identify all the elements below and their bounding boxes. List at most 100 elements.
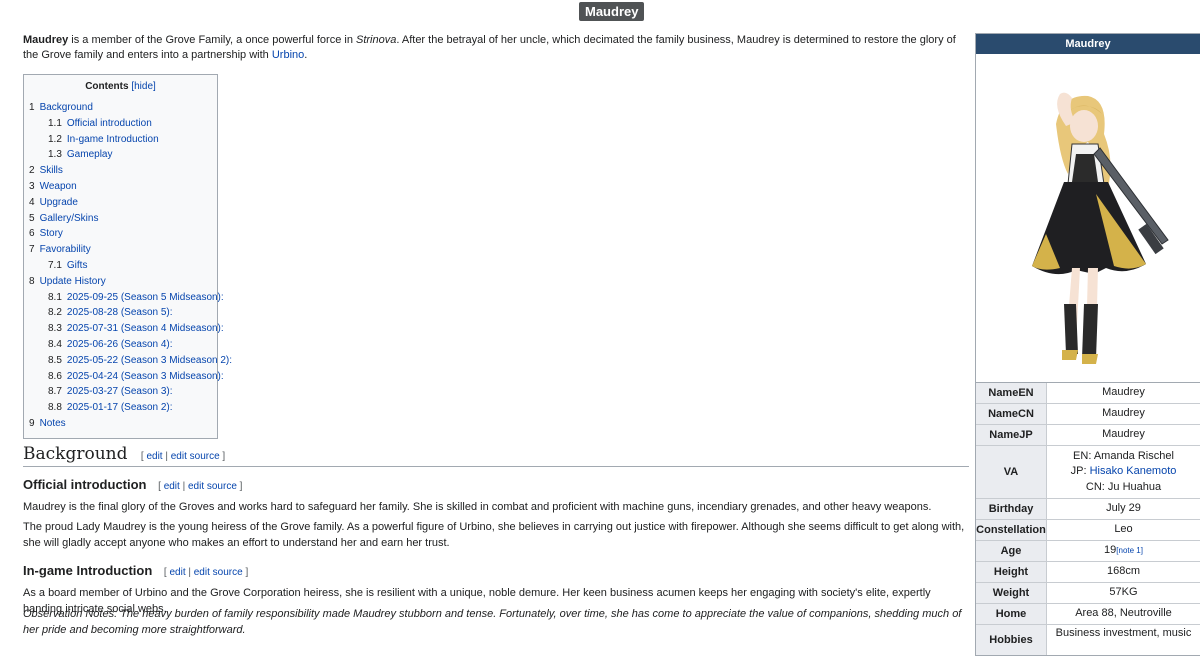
infobox-key: NameJP (976, 425, 1047, 445)
edit-source-link[interactable]: edit source (188, 481, 237, 492)
toc-item-label[interactable]: Background (40, 102, 93, 113)
toc-item-label[interactable]: Notes (40, 418, 66, 429)
toc-item[interactable]: 7 Favorability (24, 242, 217, 258)
toc-item[interactable]: 3 Weapon (24, 179, 217, 195)
toc-item-number: 1 (29, 102, 35, 113)
toc-item-label[interactable]: 2025-03-27 (Season 3): (67, 386, 173, 397)
edit-link[interactable]: edit (164, 481, 180, 492)
toc-item-label[interactable]: 2025-01-17 (Season 2): (67, 402, 173, 413)
infobox-value: 19[note 1] (1047, 541, 1200, 561)
toc-item-label[interactable]: 2025-06-26 (Season 4): (67, 339, 173, 350)
toc-item[interactable]: 5 Gallery/Skins (24, 211, 217, 227)
infobox-key: Hobbies (976, 625, 1047, 655)
infobox-title: Maudrey (976, 34, 1200, 54)
toc-item[interactable]: 8.7 2025-03-27 (Season 3): (24, 384, 217, 400)
toc-hide-link[interactable]: [hide] (131, 81, 155, 92)
intro-text: is a member of the Grove Family, a once … (68, 34, 356, 46)
infobox-row-name-cn: NameCN Maudrey (976, 404, 1200, 425)
toc-item[interactable]: 1.3 Gameplay (24, 147, 217, 163)
toc-item-label[interactable]: Gameplay (67, 149, 113, 160)
official-intro-p2: The proud Lady Maudrey is the young heir… (23, 521, 965, 549)
toc-item[interactable]: 8 Update History (24, 274, 217, 290)
va-jp-link[interactable]: Hisako Kanemoto (1090, 465, 1177, 477)
va-cn: CN: Ju Huahua (1085, 480, 1162, 493)
toc-item-label[interactable]: Update History (40, 276, 106, 287)
toc-item-number: 8.7 (48, 386, 62, 398)
character-infobox: Maudrey NameEN Maudrey NameCN Maudrey Na… (975, 33, 1200, 656)
infobox-row-age: Age 19[note 1] (976, 541, 1200, 562)
toc-item-number: 5 (29, 212, 35, 224)
toc-item-number: 8.3 (48, 323, 62, 335)
toc-list: 1 Background 1.1 Official introduction 1.2 In… (24, 100, 232, 432)
toc-item[interactable]: 8.8 2025-01-17 (Season 2): (24, 400, 217, 416)
infobox-key: NameEN (976, 383, 1047, 403)
ingame-intro-p2: Observation Notes: The heavy burden of f… (23, 608, 962, 636)
toc-item[interactable]: 8.2 2025-08-28 (Season 5): (24, 305, 217, 321)
toc-item-label[interactable]: In-game Introduction (67, 134, 159, 145)
toc-item-label[interactable]: Favorability (40, 244, 91, 255)
age-value: 19 (1104, 544, 1117, 557)
toc-item-number: 4 (29, 196, 35, 208)
toc-item[interactable]: 8.5 2025-05-22 (Season 3 Midseason 2): (24, 353, 232, 369)
toc-item[interactable]: 6 Story (24, 226, 217, 242)
va-en: EN: Amanda Rischel (1073, 449, 1174, 462)
infobox-row-name-en: NameEN Maudrey (976, 383, 1200, 404)
toc-item-number: 9 (29, 417, 35, 429)
toc-item[interactable]: 7.1 Gifts (24, 258, 217, 274)
infobox-value: Maudrey (1102, 407, 1145, 420)
toc-item-label[interactable]: 2025-07-31 (Season 4 Midseason): (67, 323, 224, 334)
edit-link[interactable]: edit (146, 451, 162, 462)
toc-item-label[interactable]: 2025-05-22 (Season 3 Midseason 2): (67, 355, 232, 366)
toc-item[interactable]: 9 Notes (24, 416, 217, 432)
ingame-intro-heading: In-game Introduction [ edit | edit sourc… (23, 563, 248, 578)
toc-item-number: 8.4 (48, 338, 62, 350)
edit-source-link[interactable]: edit source (194, 567, 243, 578)
character-illustration (1032, 92, 1169, 364)
infobox-row-name-jp: NameJP Maudrey (976, 425, 1200, 446)
infobox-key: VA (976, 446, 1047, 498)
toc-item[interactable]: 8.1 2025-09-25 (Season 5 Midseason): (24, 290, 224, 306)
urbino-link[interactable]: Urbino (272, 49, 304, 61)
toc-item[interactable]: 1.2 In-game Introduction (24, 132, 217, 148)
toc-item[interactable]: 8.3 2025-07-31 (Season 4 Midseason): (24, 321, 224, 337)
toc-item-number: 7 (29, 244, 35, 256)
toc-item-label[interactable]: 2025-08-28 (Season 5): (67, 307, 173, 318)
toc-item-number: 3 (29, 180, 35, 192)
character-portrait (976, 54, 1200, 383)
toc-item-number: 1.1 (48, 117, 62, 129)
infobox-row-va: VA EN: Amanda Rischel JP: Hisako Kanemot… (976, 446, 1200, 499)
infobox-row-birthday: Birthday July 29 (976, 499, 1200, 520)
toc-item[interactable]: 8.4 2025-06-26 (Season 4): (24, 337, 217, 353)
toc-item-label[interactable]: 2025-09-25 (Season 5 Midseason): (67, 292, 224, 303)
toc-item-label[interactable]: Upgrade (40, 197, 78, 208)
official-intro-heading-text: Official introduction (23, 477, 147, 492)
intro-text: . (304, 49, 308, 61)
infobox-key: Constellation (976, 520, 1047, 540)
age-note-link[interactable]: [note 1] (1116, 546, 1143, 555)
toc-item-label[interactable]: 2025-04-24 (Season 3 Midseason): (67, 371, 224, 382)
toc-item[interactable]: 2 Skills (24, 163, 217, 179)
intro-game: Strinova (356, 34, 397, 46)
toc-item[interactable]: 8.6 2025-04-24 (Season 3 Midseason): (24, 369, 224, 385)
va-jp: JP: Hisako Kanemoto (1070, 465, 1177, 478)
toc-item-label[interactable]: Gallery/Skins (40, 213, 99, 224)
official-intro-heading: Official introduction [ edit | edit sour… (23, 477, 242, 492)
toc-item[interactable]: 4 Upgrade (24, 195, 217, 211)
infobox-value: 168cm (1106, 565, 1141, 578)
toc-item-label[interactable]: Gifts (67, 260, 88, 271)
toc-item[interactable]: 1.1 Official introduction (24, 116, 217, 132)
toc-item-label[interactable]: Weapon (40, 181, 77, 192)
infobox-row-weight: Weight 57KG (976, 583, 1200, 604)
edit-link[interactable]: edit (169, 567, 185, 578)
toc-item[interactable]: 1 Background (24, 100, 217, 116)
toc-item-number: 8.8 (48, 402, 62, 414)
toc-item-number: 8.6 (48, 370, 62, 382)
infobox-row-height: Height 168cm (976, 562, 1200, 583)
infobox-key: NameCN (976, 404, 1047, 424)
edit-links: [ edit | edit source ] (163, 567, 249, 578)
toc-item-label[interactable]: Skills (40, 165, 63, 176)
edit-source-link[interactable]: edit source (171, 451, 220, 462)
toc-item-label[interactable]: Story (40, 228, 63, 239)
toc-item-label[interactable]: Official introduction (67, 118, 152, 129)
toc-item-number: 1.2 (48, 133, 62, 145)
